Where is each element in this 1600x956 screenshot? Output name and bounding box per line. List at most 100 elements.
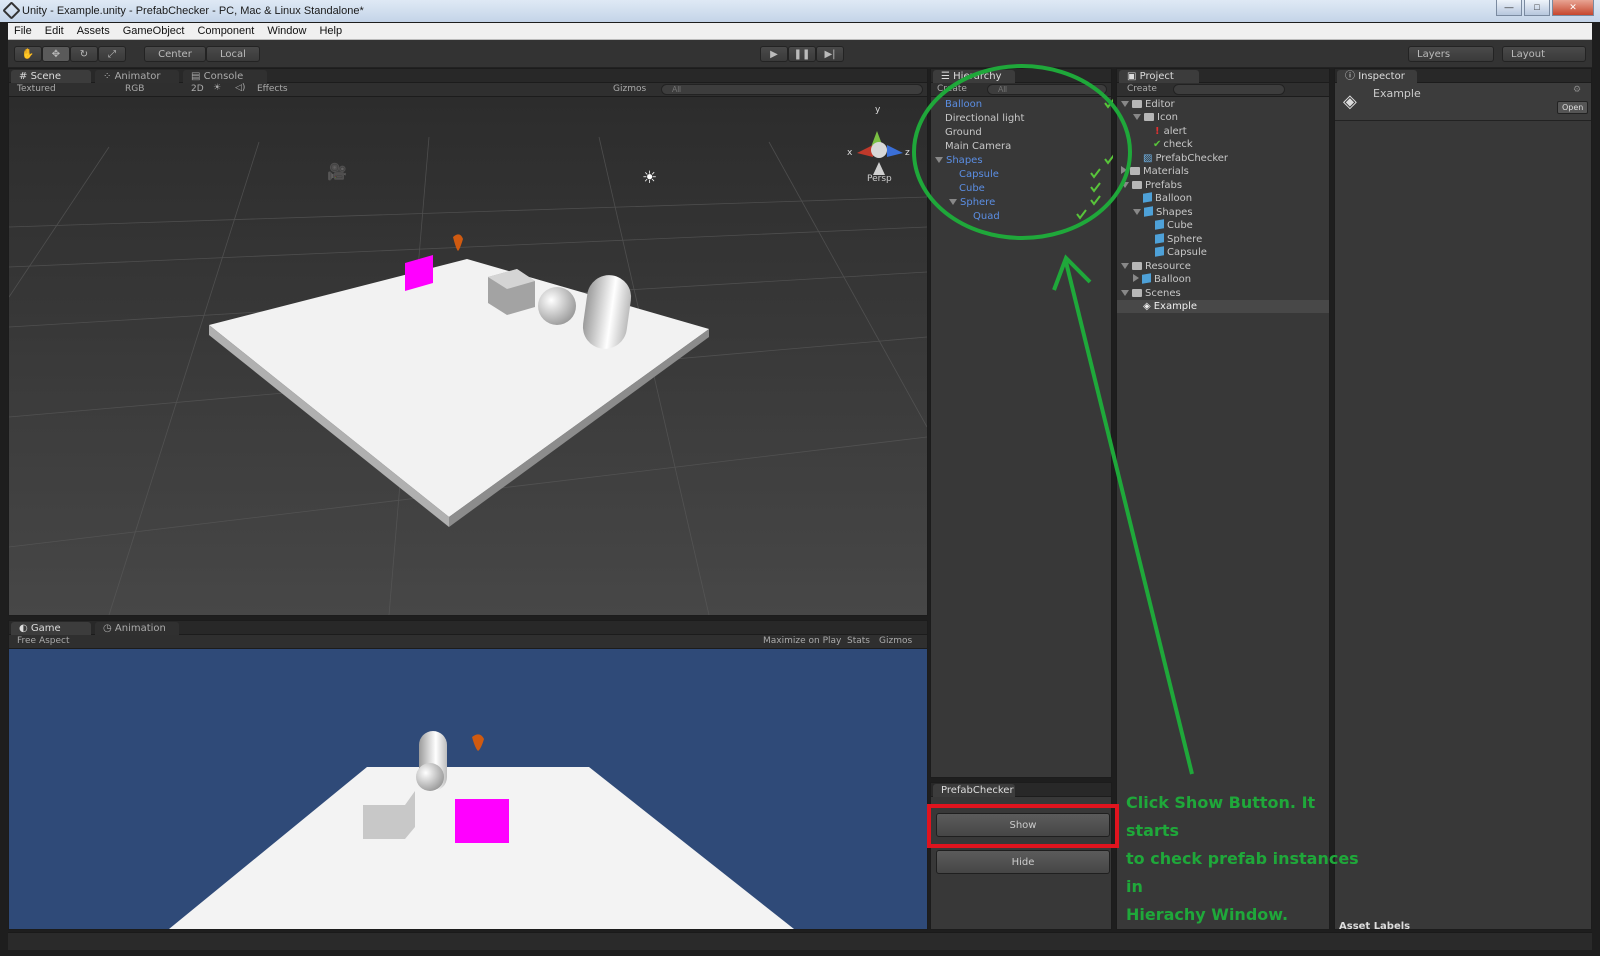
inspector-open-button[interactable]: Open [1557,101,1589,114]
status-bar [8,932,1592,950]
maximize-on-play-toggle[interactable]: Maximize on Play [763,636,841,646]
project-item-scenes[interactable]: Scenes [1121,287,1181,300]
game-tabbar: ◐ Game ◷ Animation [9,621,927,635]
alert-icon: ! [1155,126,1160,137]
project-item-materials[interactable]: Materials [1121,165,1189,178]
move-tool-button[interactable]: ✥ [42,46,70,62]
main-toolbar: ✋ ✥ ↻ ⤢ Center Local ▶ ❚❚ ▶| Layers Layo… [8,40,1592,68]
scene-search-input[interactable] [661,84,923,95]
prefab-icon [1155,219,1164,230]
project-item-resource-balloon[interactable]: Balloon [1133,273,1191,286]
scale-icon: ⤢ [108,48,116,60]
check-icon [1090,168,1101,179]
scale-tool-button[interactable]: ⤢ [98,46,126,62]
game-quad [455,799,509,843]
pivot-local-label: Local [220,48,246,60]
project-item-prefab-balloon[interactable]: Balloon [1143,192,1192,205]
project-item-icon-label: Icon [1157,112,1178,123]
pause-button[interactable]: ❚❚ [788,46,816,62]
project-item-prefab-capsule[interactable]: Capsule [1155,246,1207,259]
window-title: Unity - Example.unity - PrefabChecker - … [22,5,364,17]
show-button[interactable]: Show [936,813,1110,837]
pivot-local-button[interactable]: Local [206,46,260,62]
prefab-icon [1144,206,1153,217]
rotate-tool-button[interactable]: ↻ [70,46,98,62]
step-button[interactable]: ▶| [816,46,844,62]
menu-help[interactable]: Help [319,25,342,37]
game-viewport [9,649,927,929]
project-item-editor[interactable]: Editor [1121,98,1175,111]
check-icon: ✔ [1153,139,1162,150]
project-item-check[interactable]: ✔ check [1153,138,1193,151]
project-item-prefabchecker[interactable]: ▨ PrefabChecker [1143,152,1228,165]
check-icon [1090,182,1101,193]
annotation-line: Click Show Button. It starts [1126,793,1316,840]
minimize-button[interactable]: — [1496,0,1522,16]
settings-gear-icon[interactable]: ⚙ [1573,85,1581,95]
play-button[interactable]: ▶ [760,46,788,62]
game-panel: ◐ Game ◷ Animation Free Aspect Maximize … [8,620,928,930]
hand-icon: ✋ [21,48,35,60]
scene-tabbar: # Scene ⁘ Animator ▤ Console [9,69,927,83]
hide-button[interactable]: Hide [936,850,1110,874]
project-item-prefab-shapes[interactable]: Shapes [1133,206,1193,219]
project-create-dropdown[interactable]: Create [1127,84,1157,94]
tab-game[interactable]: ◐ Game [11,622,91,635]
hand-tool-button[interactable]: ✋ [14,46,42,62]
scene-viewport[interactable]: 🎥 ☀ y x z Persp [9,97,927,615]
aspect-dropdown[interactable]: Free Aspect [17,636,70,646]
project-item-icon[interactable]: Icon [1133,111,1178,124]
render-mode-dropdown[interactable]: Textured [17,84,56,94]
project-item-prefab-shapes-label: Shapes [1156,207,1193,218]
tab-prefabchecker[interactable]: PrefabChecker [933,784,1015,797]
stats-toggle[interactable]: Stats [847,636,870,646]
pivot-center-button[interactable]: Center [144,46,206,62]
project-item-resource[interactable]: Resource [1121,260,1191,273]
maximize-button[interactable]: □ [1524,0,1550,16]
2d-toggle[interactable]: 2D [191,84,204,94]
prefab-icon [1155,233,1164,244]
tab-animation[interactable]: ◷ Animation [95,622,179,635]
project-item-resource-label: Resource [1145,261,1191,272]
tab-animator[interactable]: ⁘ Animator [95,70,179,83]
game-gizmos-toggle[interactable]: Gizmos [879,636,912,646]
project-item-alert[interactable]: ! alert [1155,125,1187,138]
layers-label: Layers [1417,48,1451,60]
menu-assets[interactable]: Assets [77,25,110,37]
menu-edit[interactable]: Edit [45,25,64,37]
tab-project[interactable]: ▣ Project [1119,70,1199,83]
menu-window[interactable]: Window [267,25,306,37]
lighting-toggle-icon[interactable]: ☀ [213,83,221,93]
tab-scene[interactable]: # Scene [11,70,91,83]
scene-gizmos-dropdown[interactable]: Gizmos [613,84,646,94]
project-search-input[interactable] [1173,84,1285,95]
color-mode-dropdown[interactable]: RGB [125,84,144,94]
tab-console[interactable]: ▤ Console [183,70,267,83]
project-item-editor-label: Editor [1145,99,1175,110]
menu-gameobject[interactable]: GameObject [123,25,185,37]
project-item-prefab-cube-label: Cube [1167,220,1193,231]
layout-dropdown[interactable]: Layout [1502,46,1586,62]
project-item-check-label: check [1163,139,1193,150]
project-item-prefab-sphere[interactable]: Sphere [1155,233,1202,246]
folder-icon [1132,289,1142,297]
annotation-line: to check prefab instances in [1126,849,1359,896]
axis-x-label: x [847,148,853,158]
project-item-example-scene[interactable]: ◈ Example [1117,300,1329,313]
effects-dropdown[interactable]: Effects [257,84,288,94]
close-button[interactable]: ✕ [1552,0,1594,16]
project-item-example-label: Example [1153,301,1198,312]
project-item-prefabs[interactable]: Prefabs [1121,179,1182,192]
menu-file[interactable]: File [14,25,32,37]
tab-game-label: Game [30,623,61,634]
unity-scene-icon: ◈ [1343,91,1357,112]
menu-component[interactable]: Component [197,25,254,37]
tab-scene-label: Scene [30,71,62,82]
layout-label: Layout [1511,48,1545,60]
layers-dropdown[interactable]: Layers [1408,46,1494,62]
audio-toggle-icon[interactable]: ◁) [235,83,245,93]
inspector-tabbar: ⓘ Inspector [1335,69,1591,83]
project-item-resource-balloon-label: Balloon [1154,274,1192,285]
project-item-prefab-cube[interactable]: Cube [1155,219,1193,232]
tab-inspector[interactable]: ⓘ Inspector [1337,70,1417,83]
